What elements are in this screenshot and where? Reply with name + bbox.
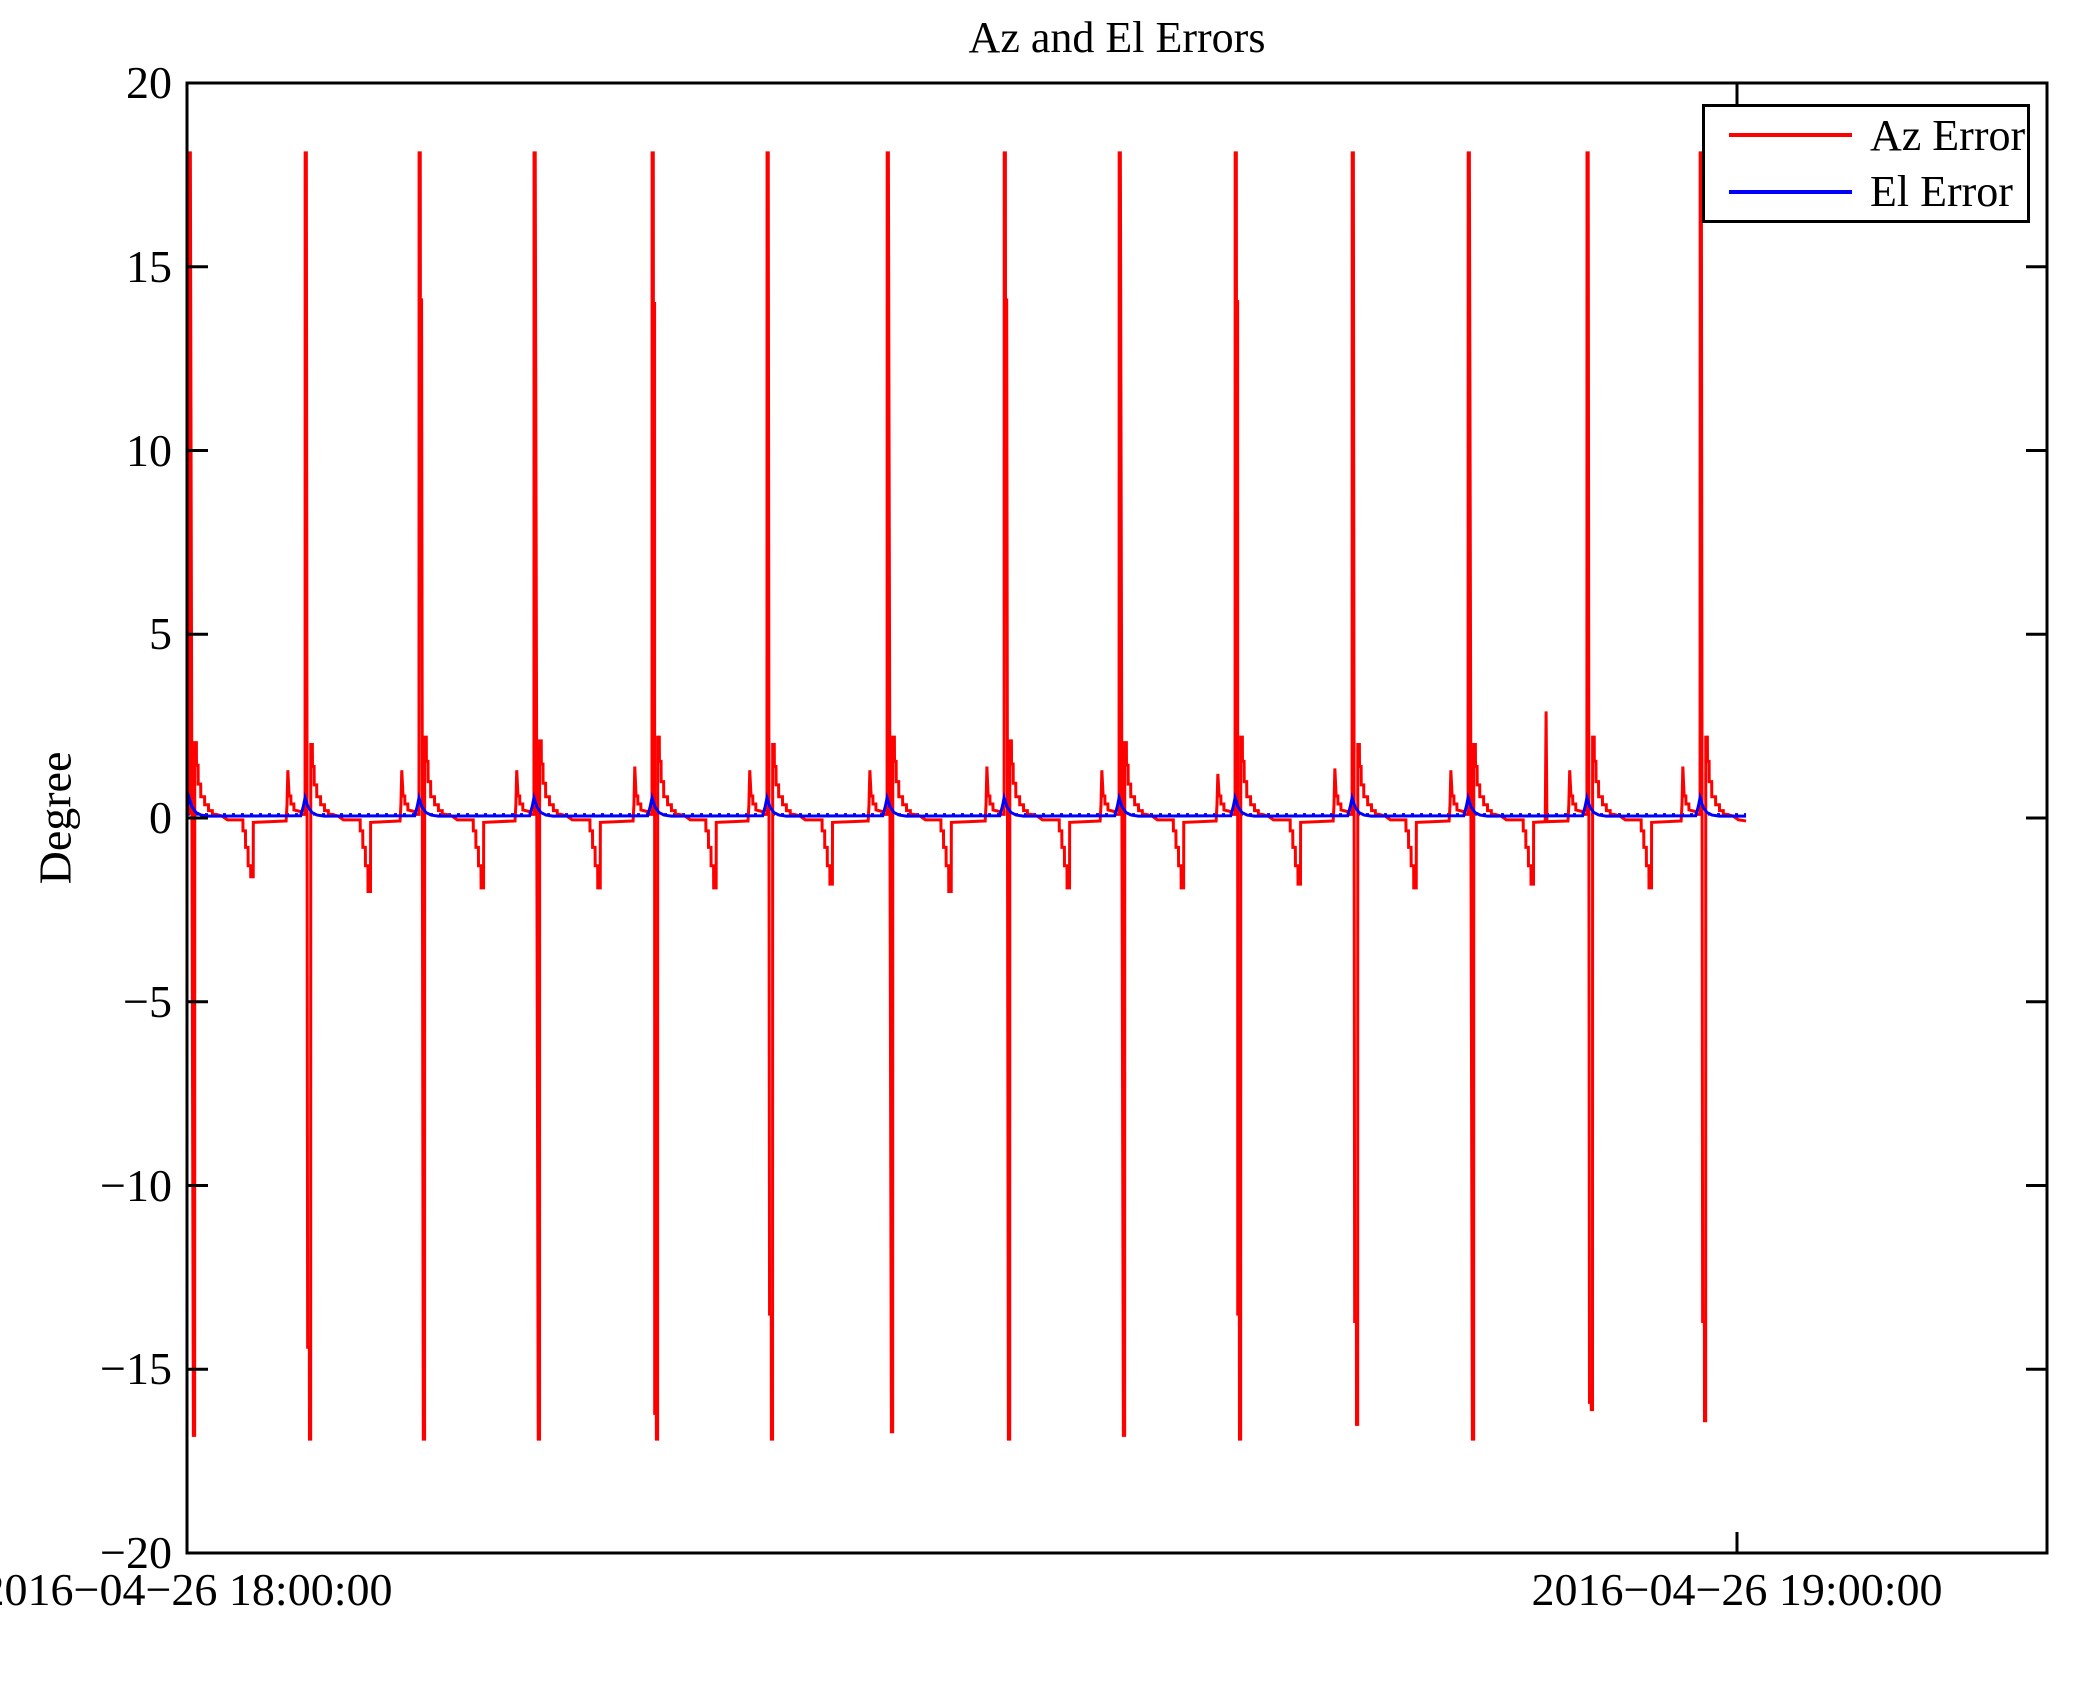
figure-canvas: Az and El Errors Degree 20 15 10 5 0 −5 −10 −15… [0, 0, 2075, 1683]
y-tick-label: 0 [149, 792, 172, 843]
legend-entry-az: Az Error [1705, 107, 2027, 164]
az-line-sample [1729, 133, 1852, 138]
chart-title: Az and El Errors [968, 13, 1266, 62]
axes-box [185, 81, 2049, 1555]
y-tick-label: 20 [126, 57, 172, 108]
x-tick-label-start: 2016−04−26 18:00:00 [0, 1564, 393, 1615]
az-error-line [186, 151, 1747, 1441]
legend-label-az: Az Error [1870, 110, 2026, 160]
x-tick-label-end: 2016−04−26 19:00:00 [1531, 1564, 1943, 1615]
legend: Az Error El Error [1702, 104, 2030, 223]
el-line-sample [1729, 189, 1852, 194]
y-tick-label: −10 [100, 1159, 172, 1211]
y-tick-label: −5 [123, 975, 172, 1027]
y-tick-label: 15 [126, 240, 172, 292]
plot-area [185, 81, 2049, 1555]
legend-entry-el: El Error [1705, 164, 2027, 221]
y-tick-label: 10 [126, 424, 172, 476]
y-tick-label: 5 [149, 608, 172, 660]
legend-label-el: El Error [1870, 167, 2013, 217]
y-tick-label: −15 [100, 1343, 172, 1395]
